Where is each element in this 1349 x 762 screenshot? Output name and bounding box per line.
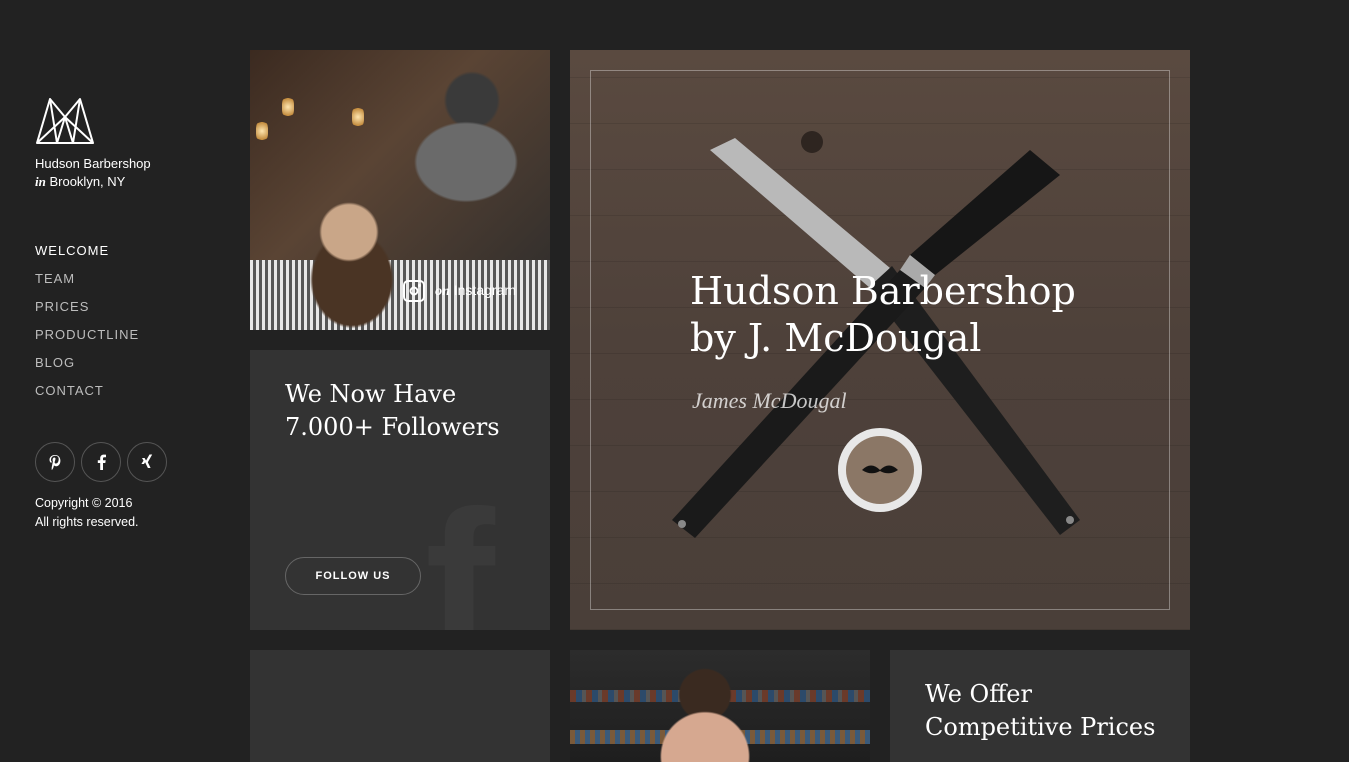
nav-item-productline[interactable]: PRODUCTLINE — [35, 321, 205, 349]
followers-tile: f We Now Have 7.000+ Followers FOLLOW US — [250, 350, 550, 630]
instagram-link[interactable]: on Instagram — [403, 280, 516, 302]
social-links — [35, 442, 205, 482]
brand-name: Hudson Barbershop — [35, 156, 151, 171]
copyright-line-1: Copyright © 2016 — [35, 496, 133, 510]
lamp-decoration — [282, 96, 294, 118]
lamp-decoration — [256, 120, 268, 142]
brand-location-city: Brooklyn, NY — [49, 174, 126, 189]
nav-item-blog[interactable]: BLOG — [35, 349, 205, 377]
geometric-m-logo-icon[interactable] — [35, 95, 95, 147]
instagram-label: Instagram — [453, 282, 516, 298]
instagram-prefix: on — [435, 284, 450, 299]
team-photo-tile[interactable] — [570, 650, 870, 762]
followers-heading: We Now Have 7.000+ Followers — [285, 380, 500, 441]
nav-item-welcome[interactable]: WELCOME — [35, 237, 205, 265]
pinterest-icon[interactable] — [35, 442, 75, 482]
prices-heading: We Offer Competitive Prices — [925, 680, 1156, 741]
nav-item-prices[interactable]: PRICES — [35, 293, 205, 321]
hero-title-line-1: Hudson Barbershop — [690, 269, 1076, 313]
hero-tile: Hudson Barbershop by J. McDougal James M… — [570, 50, 1190, 630]
hero-title: Hudson Barbershop by J. McDougal — [690, 268, 1076, 362]
brand-block: Hudson Barbershop in Brooklyn, NY — [35, 155, 205, 191]
nav-item-team[interactable]: TEAM — [35, 265, 205, 293]
lamp-decoration — [352, 106, 364, 128]
copyright: Copyright © 2016 All rights reserved. — [35, 494, 205, 532]
facebook-icon: f — [425, 467, 495, 631]
sidebar: Hudson Barbershop in Brooklyn, NY WELCOM… — [35, 95, 205, 532]
prices-tile: We Offer Competitive Prices — [890, 650, 1190, 762]
xing-icon[interactable] — [127, 442, 167, 482]
main-nav: WELCOME TEAM PRICES PRODUCTLINE BLOG CON… — [35, 237, 205, 405]
brand-location-prefix: in — [35, 174, 46, 189]
instagram-tile[interactable]: on Instagram — [250, 50, 550, 330]
instagram-icon — [403, 280, 426, 302]
nav-item-contact[interactable]: CONTACT — [35, 377, 205, 405]
hero-signature: James McDougal — [692, 388, 847, 413]
copyright-line-2: All rights reserved. — [35, 515, 139, 529]
follow-us-button[interactable]: FOLLOW US — [285, 557, 421, 595]
empty-tile — [250, 650, 550, 762]
facebook-icon[interactable] — [81, 442, 121, 482]
brand-location: in Brooklyn, NY — [35, 173, 205, 191]
hero-title-line-2: by J. McDougal — [690, 316, 982, 360]
